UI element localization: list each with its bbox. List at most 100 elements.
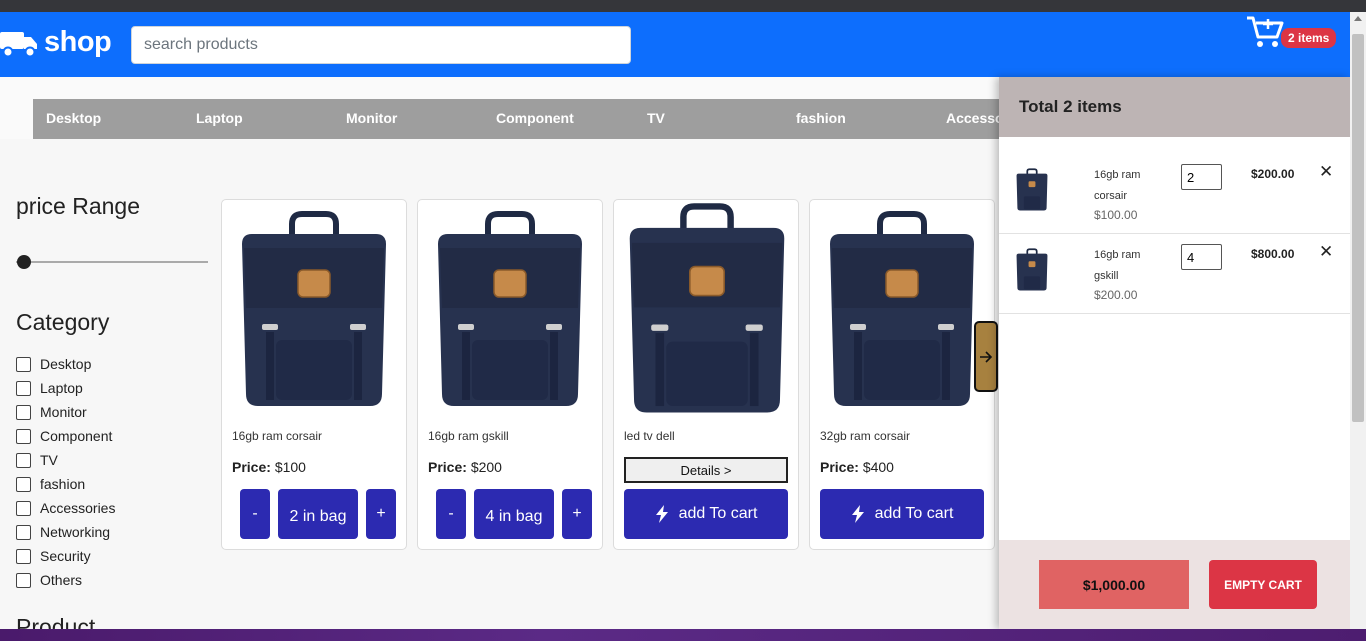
slider-track xyxy=(16,261,208,263)
backpack-image xyxy=(242,211,386,406)
cart-footer: $1,000.00 EMPTY CART xyxy=(999,540,1350,629)
price-range-title: price Range xyxy=(16,193,141,219)
category-title: Category xyxy=(16,309,110,335)
cart-item: 16gb ram gskill $200.00 $800.00 ✕ xyxy=(999,235,1350,314)
checkbox[interactable] xyxy=(16,452,31,468)
filter-fashion[interactable]: fashion xyxy=(16,472,115,496)
increase-qty-button[interactable]: + xyxy=(562,489,592,539)
cart-item-name: 16gb ram corsair xyxy=(1094,169,1141,202)
filter-tv[interactable]: TV xyxy=(16,448,115,472)
category-tab-monitor[interactable]: Monitor xyxy=(346,99,397,139)
price-value: $400 xyxy=(862,459,894,475)
cart-item-image xyxy=(1016,168,1048,211)
os-taskbar xyxy=(0,629,1366,641)
scrollbar-thumb[interactable] xyxy=(1352,34,1364,422)
cart-plus-icon[interactable] xyxy=(1246,15,1284,49)
cart-header: Total 2 items xyxy=(999,77,1350,137)
price-label: Price: xyxy=(820,459,859,475)
empty-cart-button[interactable]: EMPTY CART xyxy=(1209,560,1317,609)
checkbox[interactable] xyxy=(16,428,31,444)
product-card: 16gb ram gskill Price: $200 - 4 in bag + xyxy=(417,199,603,550)
cart-title: Total 2 items xyxy=(1019,97,1122,116)
cart-grand-total: $1,000.00 xyxy=(1039,560,1189,609)
category-tab-laptop[interactable]: Laptop xyxy=(196,99,243,139)
increase-qty-button[interactable]: + xyxy=(366,489,396,539)
checkbox[interactable] xyxy=(16,476,31,492)
backpack-image xyxy=(438,211,582,406)
category-tab-fashion[interactable]: fashion xyxy=(796,99,846,139)
page-scrollbar[interactable] xyxy=(1350,12,1366,629)
truck-icon xyxy=(0,31,37,57)
checkbox[interactable] xyxy=(16,572,31,588)
cart-item: 16gb ram corsair $100.00 $200.00 ✕ xyxy=(999,155,1350,234)
filter-label: Laptop xyxy=(40,380,83,396)
cart-item-image xyxy=(1016,248,1048,291)
product-card: 32gb ram corsair Price: $400 add To cart xyxy=(809,199,995,550)
decrease-qty-button[interactable]: - xyxy=(436,489,466,539)
filter-label: Desktop xyxy=(40,356,92,372)
cart-count-badge[interactable]: 2 items xyxy=(1281,28,1337,48)
cart-qty-input[interactable] xyxy=(1181,244,1222,270)
cart-drawer: Total 2 items 16gb ram corsair $100.00 $… xyxy=(999,77,1350,629)
filter-component[interactable]: Component xyxy=(16,424,115,448)
filter-label: Security xyxy=(40,548,91,564)
product-price: Price: $100 xyxy=(232,459,306,475)
os-title-bar xyxy=(0,0,1366,12)
filter-laptop[interactable]: Laptop xyxy=(16,376,115,400)
carousel-next-button[interactable] xyxy=(974,321,998,392)
product-name: led tv dell xyxy=(624,429,675,443)
product-price: Price: $200 xyxy=(428,459,502,475)
filter-label: Networking xyxy=(40,524,111,540)
filter-others[interactable]: Others xyxy=(16,568,115,592)
product-name: 16gb ram gskill xyxy=(428,429,509,443)
category-tab-desktop[interactable]: Desktop xyxy=(46,99,101,139)
category-tab-tv[interactable]: TV xyxy=(647,99,665,139)
cart-qty-input[interactable] xyxy=(1181,164,1222,190)
price-value: $200 xyxy=(470,459,502,475)
slider-thumb[interactable] xyxy=(17,255,31,269)
add-to-cart-button[interactable]: add To cart xyxy=(624,489,788,539)
search-input[interactable] xyxy=(131,26,631,64)
filter-label: Accessories xyxy=(40,500,116,516)
filter-label: Monitor xyxy=(40,404,87,420)
filter-label: fashion xyxy=(40,476,86,492)
add-to-cart-button[interactable]: add To cart xyxy=(820,489,984,539)
checkbox[interactable] xyxy=(16,500,31,516)
brand-name: shop xyxy=(44,26,112,58)
backpack-image xyxy=(830,211,974,406)
checkbox[interactable] xyxy=(16,548,31,564)
in-bag-button[interactable]: 4 in bag xyxy=(474,489,554,539)
logo[interactable]: shop xyxy=(0,26,112,59)
product-card: led tv dell Details > add To cart xyxy=(613,199,799,550)
arrow-right-icon xyxy=(980,350,993,363)
checkbox[interactable] xyxy=(16,356,31,372)
category-tab-accessories[interactable]: Accessories xyxy=(946,99,1003,139)
checkbox[interactable] xyxy=(16,524,31,540)
price-range-slider[interactable] xyxy=(16,255,208,269)
filter-label: TV xyxy=(40,452,58,468)
category-tab-component[interactable]: Component xyxy=(496,99,574,139)
filter-networking[interactable]: Networking xyxy=(16,520,115,544)
product-card: 16gb ram corsair Price: $100 - 2 in bag … xyxy=(221,199,407,550)
close-icon[interactable]: ✕ xyxy=(1319,242,1333,262)
checkbox[interactable] xyxy=(16,380,31,396)
cart-item-name: 16gb ram gskill xyxy=(1094,249,1141,282)
checkbox[interactable] xyxy=(16,404,31,420)
cart-item-unit-price: $200.00 xyxy=(1094,288,1138,302)
filter-label: Others xyxy=(40,572,83,588)
add-to-cart-label: add To cart xyxy=(678,505,758,522)
lightning-icon xyxy=(655,505,668,523)
close-icon[interactable]: ✕ xyxy=(1319,162,1333,182)
details-button[interactable]: Details > xyxy=(624,457,788,483)
scroll-up-arrow-icon[interactable] xyxy=(1354,16,1362,21)
filter-security[interactable]: Security xyxy=(16,544,115,568)
cart-item-total: $200.00 xyxy=(1251,167,1295,181)
product-name: 32gb ram corsair xyxy=(820,429,911,443)
filter-monitor[interactable]: Monitor xyxy=(16,400,115,424)
in-bag-button[interactable]: 2 in bag xyxy=(278,489,358,539)
price-label: Price: xyxy=(428,459,467,475)
filter-accessories[interactable]: Accessories xyxy=(16,496,115,520)
filter-desktop[interactable]: Desktop xyxy=(16,352,115,376)
decrease-qty-button[interactable]: - xyxy=(240,489,270,539)
navbar: shop xyxy=(0,12,1350,77)
